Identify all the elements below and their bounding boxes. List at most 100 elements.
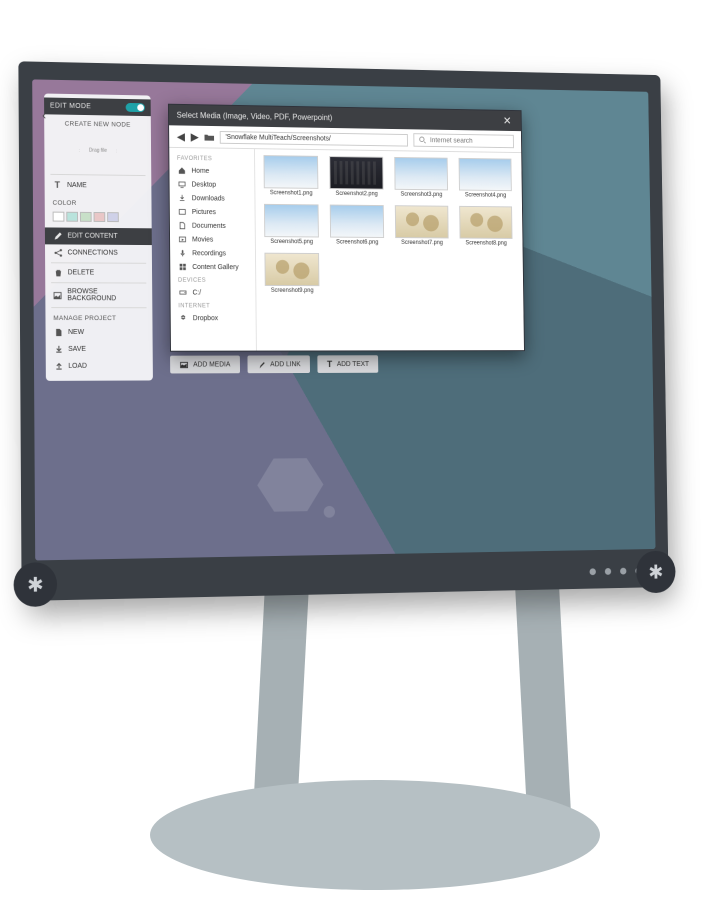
edit-content-header[interactable]: EDIT CONTENT [45,227,152,245]
monitor-indicator-dots [590,567,642,575]
add-link-label: ADD LINK [270,361,301,368]
file-thumbnail[interactable]: Screenshot8.png [458,206,513,247]
text-icon: T [327,359,332,369]
delete-row[interactable]: DELETE [45,264,152,281]
save-label: SAVE [68,346,86,353]
thumbnail-image [263,155,318,189]
thumbnail-caption: Screenshot5.png [270,239,313,245]
text-icon: T [52,180,62,190]
file-thumbnail[interactable]: Screenshot4.png [458,158,513,199]
load-label: LOAD [68,363,87,370]
sidebar-item-recordings[interactable]: Recordings [170,246,255,260]
color-label: COLOR [45,194,152,211]
file-thumbnail[interactable]: Screenshot5.png [263,204,320,245]
image-icon [53,291,62,300]
edit-mode-toggle[interactable] [126,103,145,112]
thumbnail-caption: Screenshot3.png [400,192,442,198]
file-thumbnail[interactable]: Screenshot3.png [393,157,449,198]
delete-label: DELETE [68,269,95,276]
color-swatch[interactable] [94,212,106,222]
sidebar-item-desktop[interactable]: Desktop [170,177,255,192]
dropbox-icon [178,314,188,322]
connections-label: CONNECTIONS [68,249,118,256]
sidebar-item-gallery[interactable]: Content Gallery [170,260,255,274]
thumbnail-caption: Screenshot2.png [335,191,377,197]
edit-content-label: EDIT CONTENT [67,233,117,240]
media-icon [180,360,189,369]
add-media-button[interactable]: ADD MEDIA [170,356,240,374]
sidebar-item-pictures[interactable]: Pictures [170,205,255,220]
color-swatch[interactable] [66,212,78,222]
save-project-row[interactable]: SAVE [46,341,153,358]
create-node-dropzone[interactable]: Drag file [78,133,117,169]
panel-header: EDIT MODE [44,97,151,116]
save-icon [53,345,63,354]
search-icon [419,136,426,144]
home-icon [177,167,187,175]
load-project-row[interactable]: LOAD [46,358,153,375]
sidebar-item-drive-c[interactable]: C:/ [170,286,255,300]
connections-icon [53,248,63,257]
search-input[interactable] [430,137,509,145]
browse-background-row[interactable]: BROWSE BACKGROUND [45,284,152,306]
thumbnail-image [395,205,449,238]
monitor-stand-base [150,780,600,890]
file-thumbnail[interactable]: Screenshot7.png [394,205,450,246]
connections-row[interactable]: CONNECTIONS [45,244,152,262]
nav-back-button[interactable]: ◀ [177,130,185,143]
name-label: NAME [67,182,87,189]
create-node-title: CREATE NEW NODE [44,114,151,132]
color-swatch[interactable] [53,212,65,222]
color-swatches [45,210,152,229]
sidebar-section-devices: DEVICES [170,274,255,286]
monitor: ✱ ✱ ‹ EDIT MODE CREATE NEW NODE Drag fil… [18,61,668,601]
color-swatch[interactable] [80,212,92,222]
add-link-button[interactable]: ADD LINK [247,355,310,373]
content-toolbar: ADD MEDIA ADD LINK T ADD TEXT [170,355,378,373]
file-thumbnail[interactable]: Screenshot6.png [329,205,385,246]
color-swatch[interactable] [107,212,119,222]
dialog-close-button[interactable]: ✕ [501,115,514,128]
download-icon [177,194,187,202]
documents-icon [178,222,188,230]
edit-mode-label: EDIT MODE [50,103,91,111]
monitor-bezel: ✱ ✱ ‹ EDIT MODE CREATE NEW NODE Drag fil… [18,61,668,601]
thumbnail-caption: Screenshot9.png [271,288,314,294]
file-thumbnail[interactable]: Screenshot2.png [328,156,384,197]
thumbnail-image [264,253,319,286]
screen: ‹ EDIT MODE CREATE NEW NODE Drag file T … [32,79,655,560]
new-project-row[interactable]: NEW [46,324,153,341]
panel-back-button[interactable]: ‹ [42,108,46,122]
mic-icon [178,249,188,257]
home-button-right[interactable]: ✱ [636,551,676,594]
pictures-icon [177,208,187,216]
sidebar-item-dropbox[interactable]: Dropbox [171,311,256,325]
thumbnail-image [329,156,383,190]
thumbnail-image [459,158,512,191]
path-field[interactable]: 'Snowflake MultiTeach/Screenshots/ [220,131,408,147]
dialog-sidebar: FAVORITES Home Desktop Downloads Picture… [169,148,257,351]
thumbnail-caption: Screenshot7.png [401,240,443,246]
file-thumbnail[interactable]: Screenshot9.png [264,253,321,294]
select-media-dialog: Select Media (Image, Video, PDF, Powerpo… [168,104,525,352]
folder-icon [204,132,214,141]
desktop-icon [177,180,187,188]
sidebar-item-downloads[interactable]: Downloads [170,191,255,206]
dialog-title: Select Media (Image, Video, PDF, Powerpo… [177,111,333,122]
nav-forward-button[interactable]: ▶ [191,130,199,143]
sidebar-item-movies[interactable]: Movies [170,232,255,246]
sidebar-item-documents[interactable]: Documents [170,219,255,233]
sidebar-item-home[interactable]: Home [169,164,254,179]
sidebar-section-internet: INTERNET [171,299,256,311]
add-text-label: ADD TEXT [337,361,369,368]
home-button-left[interactable]: ✱ [13,562,57,607]
link-icon [257,360,266,369]
search-field[interactable] [413,133,514,148]
name-row[interactable]: T NAME [45,176,152,195]
add-text-button[interactable]: T ADD TEXT [318,355,379,373]
file-thumbnail[interactable]: Screenshot1.png [263,155,320,197]
thumbnail-caption: Screenshot1.png [270,190,313,196]
thumbnail-caption: Screenshot6.png [336,240,378,246]
file-grid: Screenshot1.png Screenshot2.png Screenshot… [255,149,524,350]
drop-hint: Drag file [89,148,107,154]
